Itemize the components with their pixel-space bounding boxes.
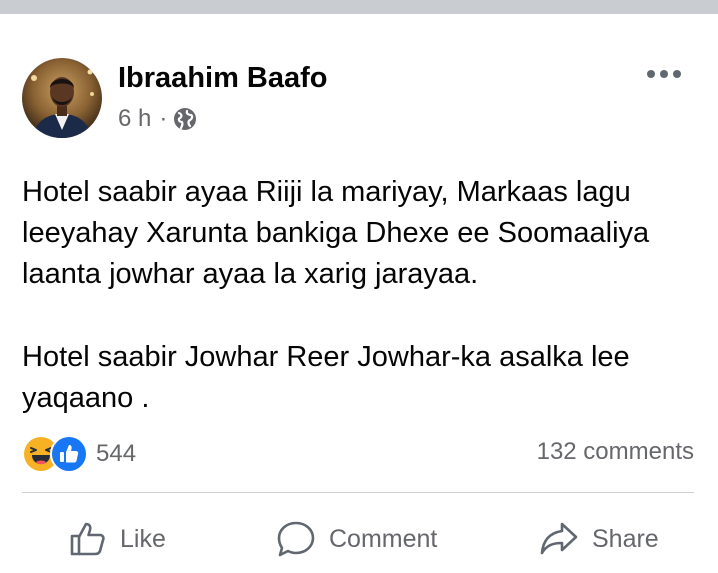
reaction-count: 544 [96, 440, 137, 467]
divider [22, 492, 694, 493]
share-label: Share [592, 524, 659, 553]
post-time[interactable]: 6 h [118, 105, 151, 133]
like-label: Like [120, 524, 166, 553]
like-button[interactable]: Like [68, 514, 166, 564]
post-card: Ibraahim Baafo 6 h · Hotel saabir ayaa R… [0, 14, 718, 573]
comment-button[interactable]: Comment [275, 514, 437, 564]
post-meta: 6 h · [118, 105, 197, 133]
author-name[interactable]: Ibraahim Baafo [118, 62, 328, 95]
post-paragraph: Hotel saabir ayaa Riiji la mariyay, Mark… [22, 176, 650, 290]
action-bar: Like Comment Share [0, 514, 718, 564]
comment-label: Comment [329, 524, 438, 553]
share-arrow-icon [540, 522, 578, 555]
author-avatar[interactable] [22, 58, 102, 138]
share-button[interactable]: Share [538, 514, 659, 564]
reaction-summary[interactable]: 544 [22, 435, 136, 473]
thumbs-up-icon [70, 522, 105, 556]
meta-separator: · [159, 105, 168, 132]
more-options-icon [647, 70, 681, 78]
comments-count[interactable]: 132 comments [537, 438, 694, 466]
globe-icon [173, 107, 197, 131]
like-icon [50, 435, 88, 473]
top-strip [0, 0, 718, 14]
more-options-button[interactable] [644, 60, 684, 88]
post-body: Hotel saabir ayaa Riiji la mariyay, Mark… [22, 172, 702, 461]
comment-bubble-icon [277, 521, 315, 557]
post-paragraph: Hotel saabir Jowhar Reer Jowhar-ka asalk… [22, 341, 630, 414]
